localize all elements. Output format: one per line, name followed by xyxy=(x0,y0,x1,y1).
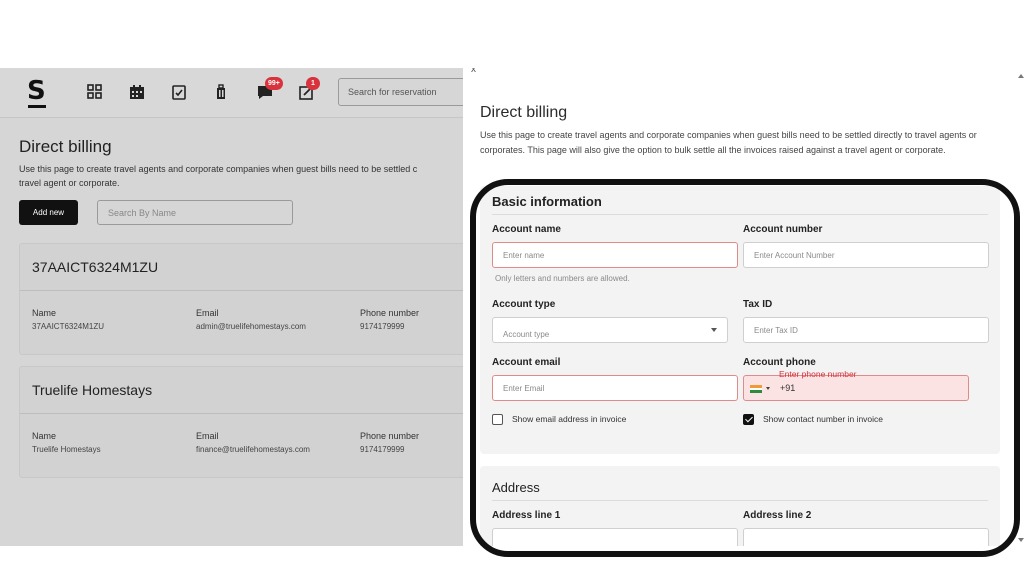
email-label: Email xyxy=(196,308,219,318)
show-contact-label: Show contact number in invoice xyxy=(763,414,884,424)
checklist-icon[interactable] xyxy=(169,82,189,102)
address-line1-input[interactable] xyxy=(492,528,738,546)
direct-billing-drawer: x Direct billing Use this page to create… xyxy=(463,68,1020,546)
tasks-badge: 1 xyxy=(306,77,320,90)
phone-label: Phone number xyxy=(360,308,420,318)
name-value: 37AAICT6324M1ZU xyxy=(32,322,105,331)
drawer-description: Use this page to create travel agents an… xyxy=(480,130,977,155)
logo-underline xyxy=(28,105,46,108)
show-email-checkbox[interactable] xyxy=(492,414,503,425)
account-email-input[interactable]: Enter Email xyxy=(492,375,738,401)
account-type-value: Account type xyxy=(503,330,550,339)
page-title: Direct billing xyxy=(19,137,112,156)
account-card-title: 37AAICT6324M1ZU xyxy=(32,259,159,275)
tax-id-label: Tax ID xyxy=(743,299,773,310)
address-line2-input[interactable] xyxy=(743,528,989,546)
name-value: Truelife Homestays xyxy=(32,445,101,454)
search-by-name-input[interactable]: Search By Name xyxy=(97,200,293,225)
app-logo[interactable]: S xyxy=(27,78,46,104)
show-email-label: Show email address in invoice xyxy=(512,414,627,424)
india-flag-icon[interactable] xyxy=(750,385,762,393)
account-name-input[interactable]: Enter name xyxy=(492,242,738,268)
section-title: Basic information xyxy=(492,194,602,209)
divider xyxy=(20,290,463,291)
account-card-title: Truelife Homestays xyxy=(32,382,153,398)
screen: S 99+ 1 Search for reservation Direct bi… xyxy=(0,0,1024,576)
account-email-label: Account email xyxy=(492,357,561,368)
account-type-select[interactable]: Account type xyxy=(492,317,728,343)
account-type-label: Account type xyxy=(492,299,556,310)
address-line1-label: Address line 1 xyxy=(492,510,561,521)
chevron-down-icon xyxy=(766,387,770,390)
account-card[interactable]: 37AAICT6324M1ZU Name 37AAICT6324M1ZU Ema… xyxy=(19,243,463,355)
drawer-title: Direct billing xyxy=(480,104,568,121)
name-label: Name xyxy=(32,308,57,318)
scroll-up-arrow-icon[interactable] xyxy=(1018,74,1024,78)
phone-value: 9174179999 xyxy=(360,445,405,454)
phone-error-message: Enter phone number xyxy=(779,369,857,379)
account-number-input[interactable]: Enter Account Number xyxy=(743,242,989,268)
show-contact-checkbox[interactable] xyxy=(743,414,754,425)
chevron-down-icon xyxy=(711,328,717,332)
divider xyxy=(20,413,463,414)
phone-value: 9174179999 xyxy=(360,322,405,331)
background-app: S 99+ 1 Search for reservation Direct bi… xyxy=(0,68,463,546)
scroll-down-arrow-icon[interactable] xyxy=(1018,538,1024,542)
email-value: admin@truelifehomestays.com xyxy=(196,322,306,331)
address-line2-label: Address line 2 xyxy=(743,510,812,521)
account-card[interactable]: Truelife Homestays Name Truelife Homesta… xyxy=(19,366,463,478)
name-label: Name xyxy=(32,431,57,441)
page-description-line1: Use this page to create travel agents an… xyxy=(19,164,418,174)
tax-id-input[interactable]: Enter Tax ID xyxy=(743,317,989,343)
account-phone-label: Account phone xyxy=(743,357,816,368)
account-number-label: Account number xyxy=(743,224,823,235)
close-drawer-button[interactable]: x xyxy=(471,68,476,75)
luggage-icon[interactable] xyxy=(211,82,231,102)
page-description-line2: travel agent or corporate. xyxy=(19,178,120,188)
email-label: Email xyxy=(196,431,219,441)
divider xyxy=(492,214,988,215)
section-title: Address xyxy=(492,480,540,495)
search-reservation-input[interactable]: Search for reservation xyxy=(338,78,463,106)
account-name-hint: Only letters and numbers are allowed. xyxy=(495,274,630,283)
messages-badge: 99+ xyxy=(265,77,283,90)
calendar-icon[interactable] xyxy=(127,82,147,102)
phone-country-code: +91 xyxy=(780,383,796,393)
top-navigation-bar: S 99+ 1 Search for reservation xyxy=(0,68,463,118)
tasks-icon[interactable]: 1 xyxy=(297,77,320,102)
email-value: finance@truelifehomestays.com xyxy=(196,445,310,454)
address-section: Address Address line 1 Address line 2 xyxy=(480,466,1000,546)
divider xyxy=(492,500,988,501)
basic-information-section: Basic information Account name Enter nam… xyxy=(480,186,1000,454)
account-name-label: Account name xyxy=(492,224,561,235)
messages-icon[interactable]: 99+ xyxy=(255,77,283,102)
phone-label: Phone number xyxy=(360,431,420,441)
add-new-button[interactable]: Add new xyxy=(19,200,78,225)
dashboard-icon[interactable] xyxy=(85,82,105,102)
